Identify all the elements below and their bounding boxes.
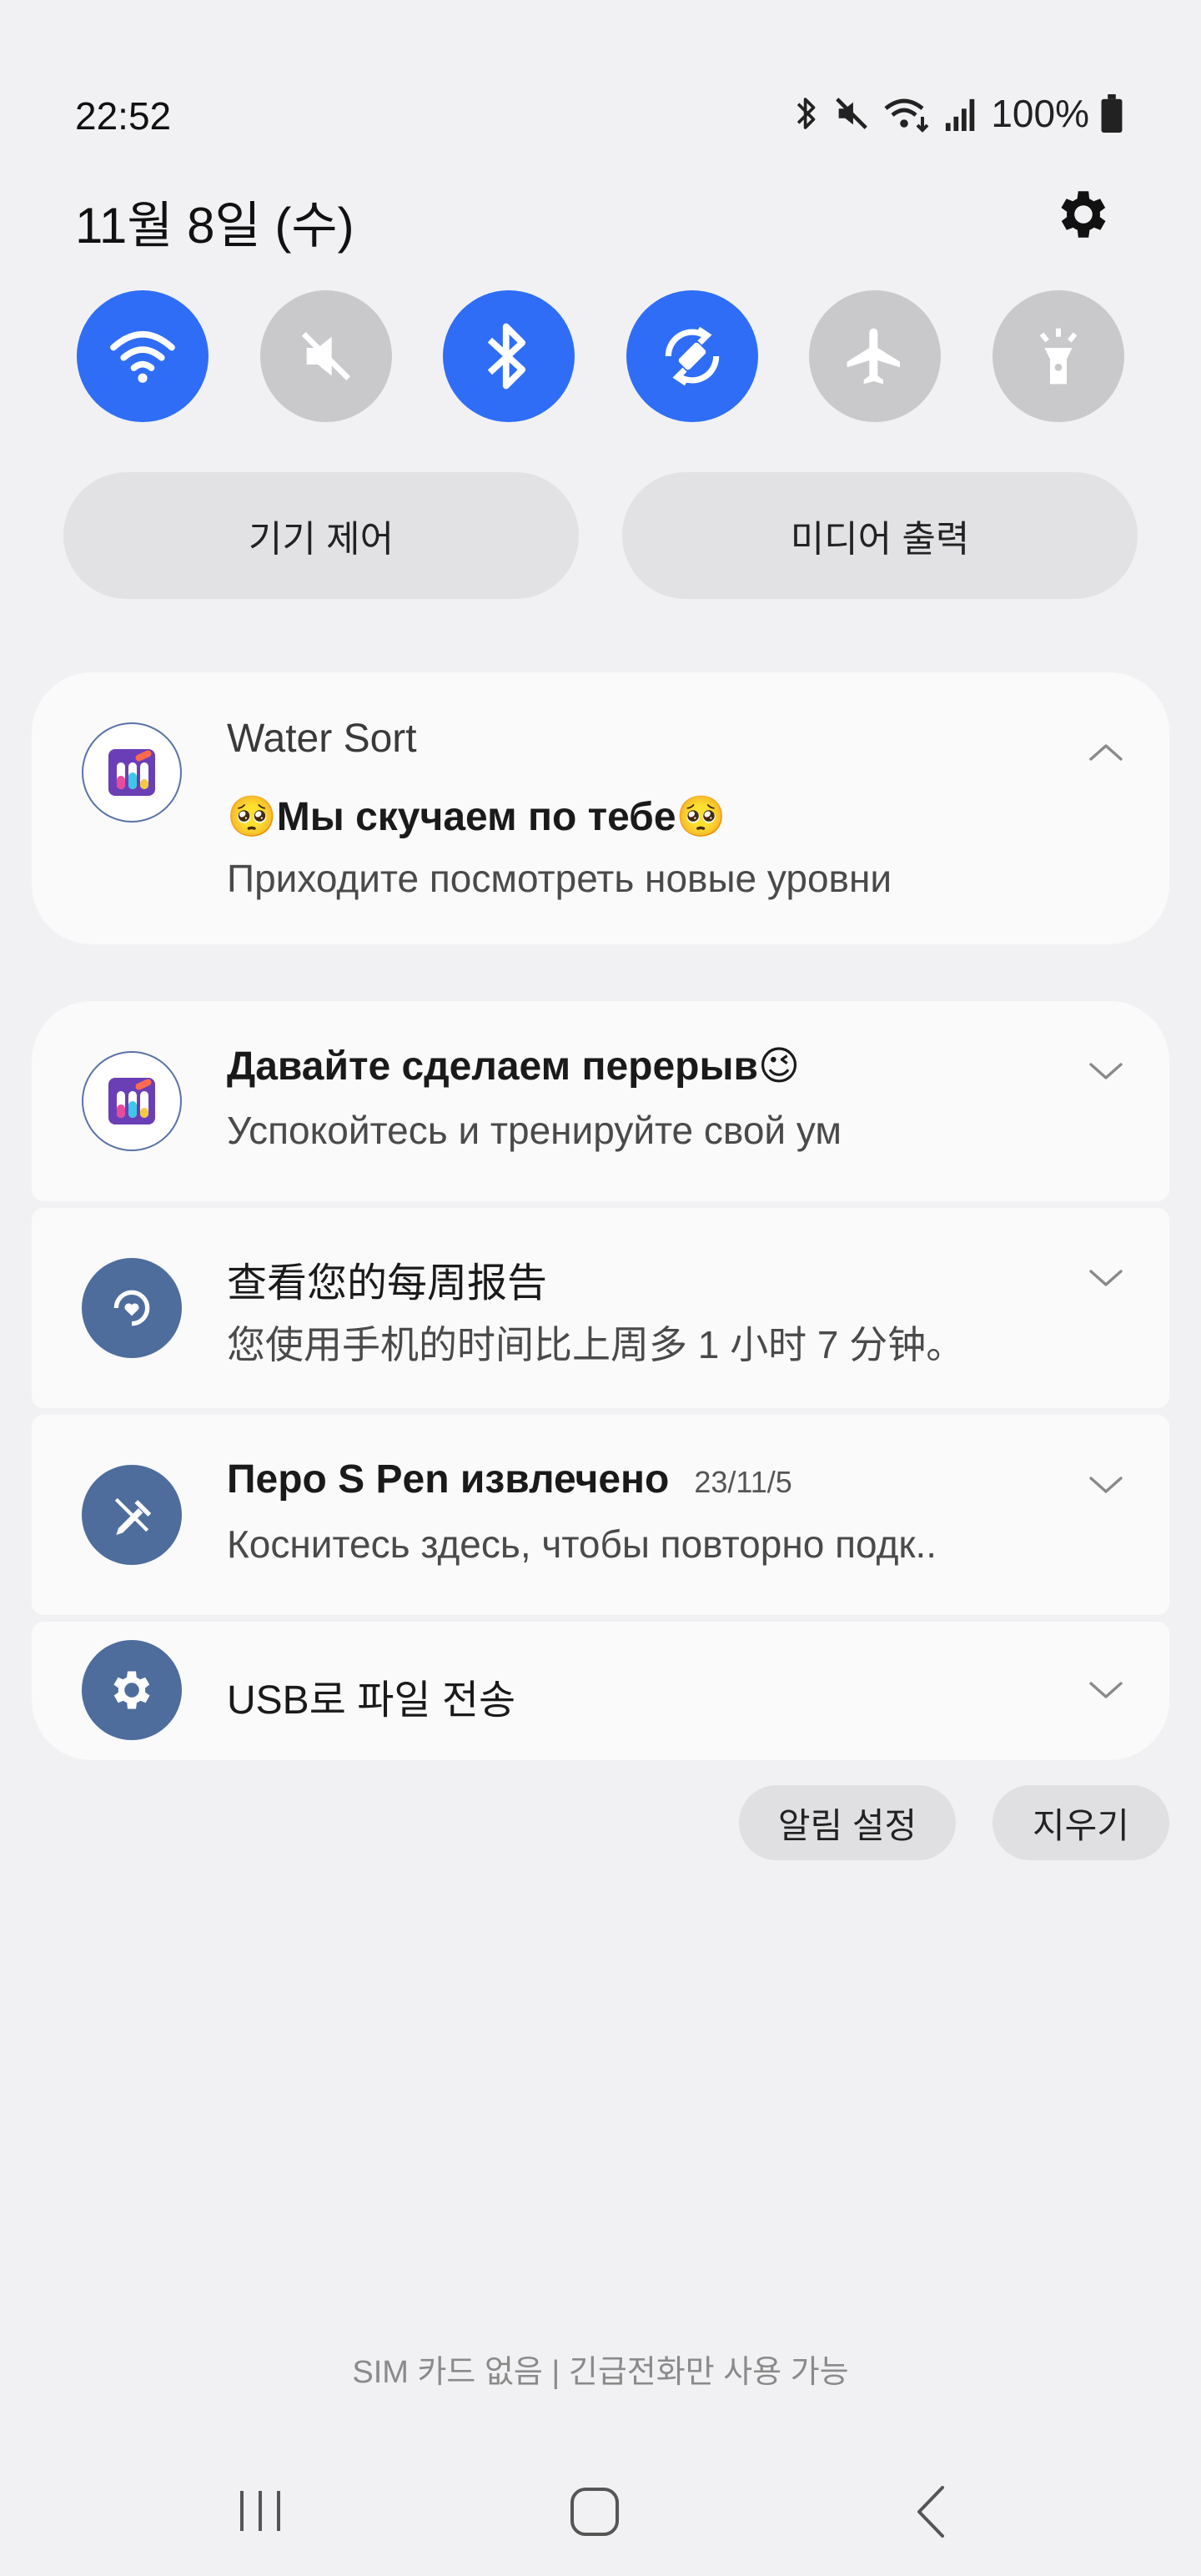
back-icon[interactable]: [914, 2484, 947, 2539]
media-output-button[interactable]: 미디어 출력: [622, 472, 1138, 599]
signal-icon: [946, 98, 975, 131]
status-time: 22:52: [75, 94, 172, 138]
battery-percent: 100%: [991, 92, 1089, 135]
notification-settings-button[interactable]: 알림 설정: [739, 1785, 956, 1860]
notification-body: 您使用手机的时间比上周多 1 小时 7 分钟。: [227, 1323, 965, 1366]
status-bar: 22:52 100%: [0, 0, 1201, 167]
notification-body: Успокойтесь и тренируйте свой ум: [227, 1109, 842, 1152]
status-icons: 100%: [792, 92, 1123, 135]
flashlight-toggle[interactable]: [992, 290, 1124, 422]
bluetooth-icon: [797, 98, 816, 129]
notification-card[interactable]: 查看您的每周报告 您使用手机的时间比上周多 1 小时 7 分钟。: [32, 1208, 1169, 1408]
water-sort-app-icon: [82, 722, 182, 823]
gear-icon: [1061, 191, 1106, 238]
notification-title: 🥺Мы скучаем по тебе🥺: [227, 795, 726, 839]
wifi-sync-icon: [884, 98, 929, 133]
mute-icon: [301, 331, 350, 381]
notification-card[interactable]: Перо S Pen извлечено 23/11/5 Коснитесь зд…: [32, 1415, 1169, 1615]
notification-card[interactable]: USB로 파일 전송: [32, 1622, 1169, 1760]
wifi-toggle[interactable]: [77, 290, 209, 422]
wifi-icon: [110, 330, 175, 383]
battery-icon: [1101, 94, 1123, 133]
usb-settings-app-icon: [82, 1640, 182, 1740]
bluetooth-toggle[interactable]: [443, 290, 575, 422]
water-sort-app-icon: [82, 1051, 182, 1151]
notification-body: Коснитесь здесь, чтобы повторно подк..: [227, 1522, 937, 1566]
home-icon[interactable]: [569, 2486, 621, 2538]
notification-title-text: Перо S Pen извлечено: [227, 1457, 670, 1502]
flashlight-icon: [1039, 328, 1078, 385]
notification-card[interactable]: Water Sort 🥺Мы скучаем по тебе🥺 Приходит…: [32, 672, 1169, 944]
notification-title: Давайте сделаем перерыв😉: [227, 1044, 801, 1089]
sim-status: SIM 카드 없음 | 긴급전화만 사용 가능: [352, 2355, 849, 2390]
date-label: 11월 8일 (수): [75, 198, 354, 254]
airplane-icon: [847, 328, 901, 385]
rotate-icon: [665, 326, 720, 386]
clear-button[interactable]: 지우기: [992, 1785, 1169, 1860]
chevron-down-icon[interactable]: [1088, 1059, 1124, 1084]
navigation-bar: [0, 2469, 1201, 2576]
mute-icon: [836, 98, 868, 129]
sound-toggle[interactable]: [259, 290, 392, 422]
chevron-down-icon[interactable]: [1088, 1473, 1124, 1498]
chevron-up-icon[interactable]: [1088, 739, 1124, 764]
digital-wellbeing-app-icon: [82, 1258, 182, 1358]
recent-apps-icon[interactable]: [235, 2486, 285, 2536]
notification-time: 23/11/5: [694, 1465, 792, 1499]
bluetooth-icon: [487, 323, 526, 390]
chevron-down-icon[interactable]: [1088, 1266, 1124, 1291]
notification-body: Приходите посмотреть новые уровни: [227, 857, 892, 900]
notification-title: Перо S Pen извлечено 23/11/5: [227, 1457, 792, 1502]
app-name: Water Sort: [227, 717, 417, 761]
auto-rotate-toggle[interactable]: [626, 290, 758, 422]
chevron-down-icon[interactable]: [1088, 1678, 1124, 1703]
device-control-button[interactable]: 기기 제어: [63, 472, 579, 599]
notification-title: 查看您的每周报告: [227, 1261, 548, 1306]
settings-button[interactable]: [1053, 184, 1114, 245]
airplane-toggle[interactable]: [809, 290, 942, 422]
quick-settings: [77, 290, 1124, 424]
s-pen-app-icon: [82, 1465, 182, 1565]
notification-title: USB로 파일 전송: [227, 1678, 516, 1723]
notification-card[interactable]: Давайте сделаем перерыв😉 Успокойтесь и т…: [32, 1001, 1169, 1201]
